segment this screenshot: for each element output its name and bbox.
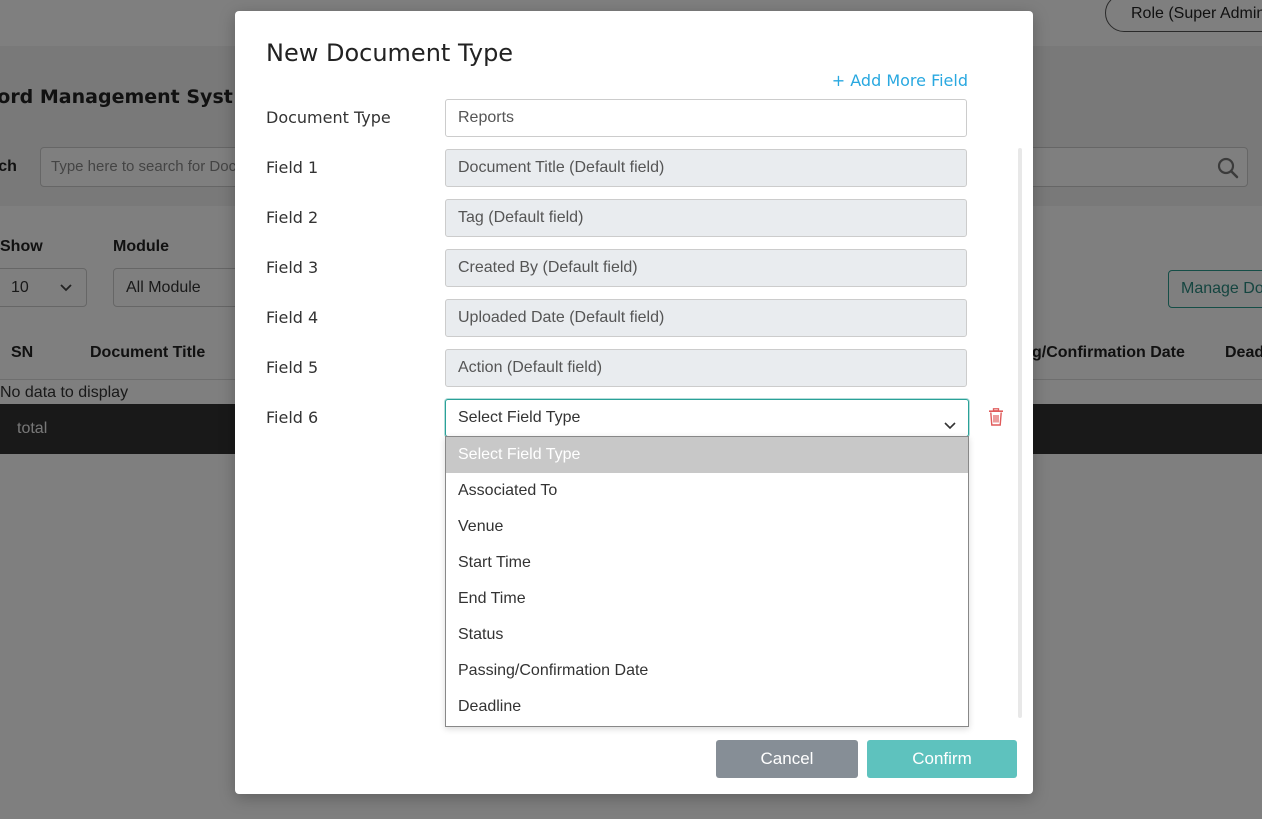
field-1-input: Document Title (Default field) xyxy=(445,149,967,187)
field-3-label: Field 3 xyxy=(266,258,319,277)
dropdown-option-start-time[interactable]: Start Time xyxy=(446,545,968,581)
dropdown-option-end-time[interactable]: End Time xyxy=(446,581,968,617)
field-6-type-select[interactable]: Select Field Type xyxy=(445,399,969,437)
document-type-input[interactable]: Reports xyxy=(445,99,967,137)
field-6-label: Field 6 xyxy=(266,408,319,427)
field-2-label: Field 2 xyxy=(266,208,319,227)
field-4-label: Field 4 xyxy=(266,308,319,327)
field-3-input: Created By (Default field) xyxy=(445,249,967,287)
trash-icon[interactable] xyxy=(988,408,1004,426)
field-type-dropdown: Select Field Type Associated To Venue St… xyxy=(445,436,969,727)
document-type-label: Document Type xyxy=(266,108,391,127)
dropdown-option-deadline[interactable]: Deadline xyxy=(446,689,968,725)
dropdown-option-venue[interactable]: Venue xyxy=(446,509,968,545)
field-1-label: Field 1 xyxy=(266,158,319,177)
dropdown-option-status[interactable]: Status xyxy=(446,617,968,653)
dropdown-option-associated-to[interactable]: Associated To xyxy=(446,473,968,509)
field-4-input: Uploaded Date (Default field) xyxy=(445,299,967,337)
field-6-selected-value: Select Field Type xyxy=(458,409,581,426)
field-2-input: Tag (Default field) xyxy=(445,199,967,237)
dropdown-option-select-field-type[interactable]: Select Field Type xyxy=(446,437,968,473)
field-5-input: Action (Default field) xyxy=(445,349,967,387)
add-more-field-link[interactable]: + Add More Field xyxy=(832,71,968,90)
confirm-button[interactable]: Confirm xyxy=(867,740,1017,778)
modal-scrollbar[interactable] xyxy=(1018,148,1022,718)
field-5-label: Field 5 xyxy=(266,358,319,377)
new-document-type-modal: New Document Type + Add More Field Docum… xyxy=(235,11,1033,794)
cancel-button[interactable]: Cancel xyxy=(716,740,858,778)
dropdown-option-passing-confirmation-date[interactable]: Passing/Confirmation Date xyxy=(446,653,968,689)
modal-title: New Document Type xyxy=(266,39,514,67)
